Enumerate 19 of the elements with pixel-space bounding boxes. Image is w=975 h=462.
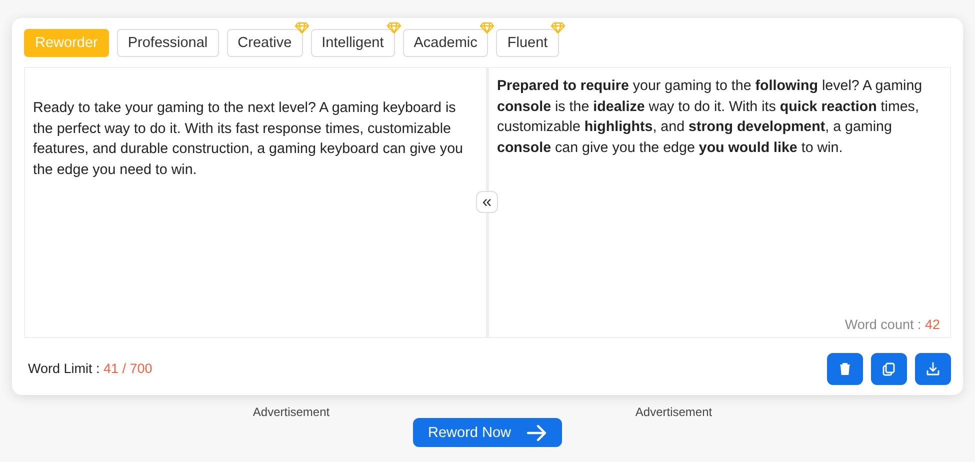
download-button[interactable] <box>915 353 951 385</box>
advertisement-label: Advertisement <box>635 404 712 421</box>
mode-tab[interactable]: Professional <box>116 29 219 57</box>
copy-button[interactable] <box>871 353 907 385</box>
reword-now-button[interactable]: Reword Now <box>413 418 562 447</box>
copy-icon <box>882 362 896 376</box>
word-count: Word count : 42 <box>844 316 940 334</box>
mode-tab[interactable]: Academic <box>402 29 488 57</box>
arrow-right-icon <box>527 424 547 440</box>
mode-tab[interactable]: Fluent <box>496 29 559 57</box>
advertisement-label: Advertisement <box>252 404 330 421</box>
download-icon <box>926 362 940 376</box>
swap-button[interactable]: « <box>476 191 498 213</box>
delete-icon <box>838 362 852 376</box>
mode-tab[interactable]: Creative <box>226 29 303 57</box>
output-text: Prepared to require your gaming to the following level? A gaming console is the idealize way to do it. With its quick reaction times, customizable highlights, and strong development, a gaming console can give you the edge you would like to win. <box>497 78 922 156</box>
mode-tab[interactable]: Intelligent <box>310 29 395 57</box>
delete-button[interactable] <box>827 353 863 385</box>
word-limit: Word Limit : 41 / 700 <box>28 360 152 378</box>
